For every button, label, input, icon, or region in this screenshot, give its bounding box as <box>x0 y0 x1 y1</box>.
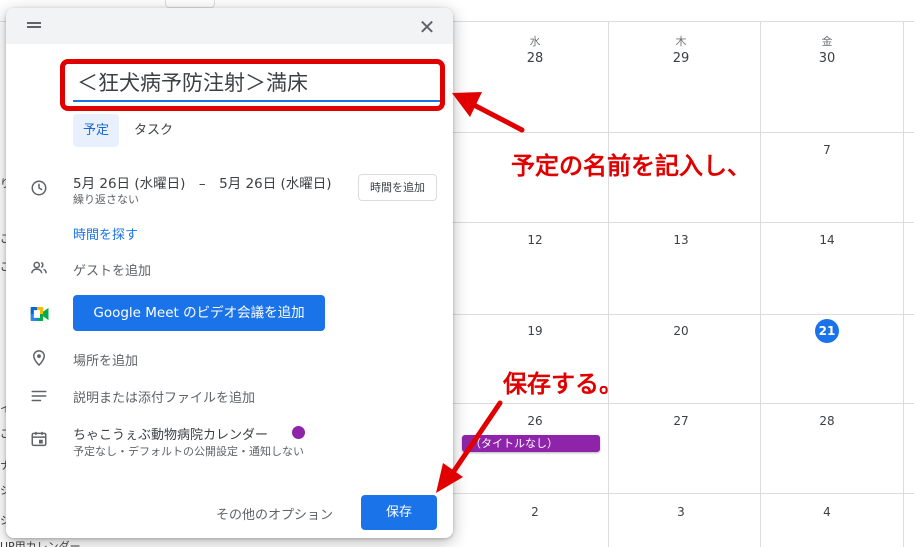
annotation-arrows <box>436 92 525 493</box>
arrow-to-save <box>449 400 503 477</box>
annotation-save-note: 保存する。 <box>503 370 623 398</box>
annotation-name-note: 予定の名前を記入し、 <box>511 152 751 180</box>
arrow-to-title <box>469 101 525 133</box>
